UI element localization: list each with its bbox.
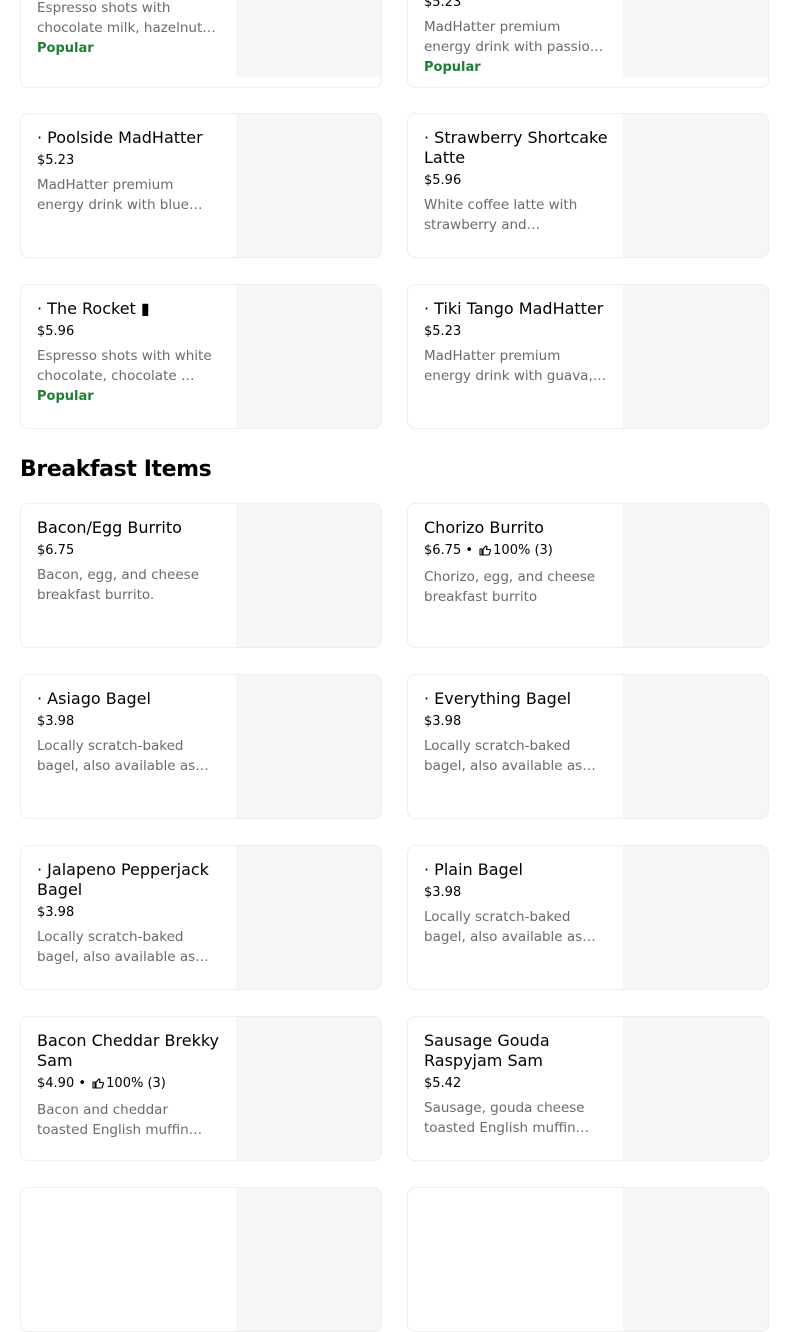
- menu-item-image: [623, 114, 768, 257]
- menu-item-description: Espresso shots with chocolate milk, haze…: [37, 0, 207, 36]
- menu-item-price: $5.23: [424, 0, 462, 10]
- menu-item-price: $3.98: [37, 905, 75, 920]
- menu-item-price: $3.98: [424, 885, 462, 900]
- menu-item-image: [236, 675, 381, 818]
- menu-item-price: $3.98: [424, 714, 462, 729]
- menu-item-info: Chorizo Burrito $6.75 • 100% (3) Chorizo…: [424, 518, 608, 607]
- menu-item-image: [236, 285, 381, 428]
- separator: •: [461, 543, 478, 558]
- menu-item-description: Chorizo, egg, and cheese breakfast burri…: [424, 569, 596, 605]
- menu-item-name: · Asiago Bagel: [37, 689, 151, 708]
- menu-item-price: $5.23: [37, 153, 75, 168]
- menu-item-image: [623, 504, 768, 647]
- menu-item-card-plain-bagel[interactable]: · Plain Bagel $3.98 Locally scratch-bake…: [407, 845, 769, 990]
- menu-item-image: [623, 846, 768, 989]
- menu-item-name: · The Rocket ▮: [37, 299, 150, 318]
- menu-item-price: $4.90: [37, 1076, 75, 1091]
- menu-item-image: [623, 675, 768, 818]
- menu-item-description: MadHatter premium energy drink with pass…: [424, 19, 599, 55]
- menu-item-card-everything-bagel[interactable]: · Everything Bagel $3.98 Locally scratch…: [407, 674, 769, 819]
- menu-item-card[interactable]: Espresso shots with chocolate milk, haze…: [20, 0, 382, 88]
- menu-item-card-poolside[interactable]: · Poolside MadHatter $5.23 MadHatter pre…: [20, 113, 382, 258]
- menu-item-description: Sausage, gouda cheese toasted English mu…: [424, 1100, 590, 1136]
- menu-item-price: $5.42: [424, 1076, 462, 1091]
- menu-item-price: $6.75: [37, 543, 75, 558]
- menu-item-info: · Tiki Tango MadHatter $5.23 MadHatter p…: [424, 299, 608, 386]
- thumbs-up-icon: [92, 1077, 105, 1095]
- menu-item-name: · Tiki Tango MadHatter: [424, 299, 604, 318]
- menu-item-card[interactable]: [407, 1187, 769, 1332]
- section-title-breakfast: Breakfast Items: [20, 457, 212, 482]
- menu-item-image: [623, 0, 768, 77]
- menu-item-image: [623, 1188, 768, 1331]
- menu-item-card-bacon-egg-burrito[interactable]: Bacon/Egg Burrito $6.75 Bacon, egg, and …: [20, 503, 382, 648]
- menu-item-card-bacon-cheddar-sam[interactable]: Bacon Cheddar Brekky Sam $4.90 • 100% (3…: [20, 1016, 382, 1161]
- menu-item-info: · Everything Bagel $3.98 Locally scratch…: [424, 689, 608, 776]
- menu-item-info: Bacon/Egg Burrito $6.75 Bacon, egg, and …: [37, 518, 221, 605]
- menu-item-card-chorizo-burrito[interactable]: Chorizo Burrito $6.75 • 100% (3) Chorizo…: [407, 503, 769, 648]
- menu-item-card-rocket[interactable]: · The Rocket ▮ $5.96 Espresso shots with…: [20, 284, 382, 429]
- menu-item-meta: $4.90 • 100% (3): [37, 1075, 221, 1095]
- thumbs-up-icon: [479, 544, 492, 562]
- menu-item-card-strawberry[interactable]: · Strawberry Shortcake Latte $5.96 White…: [407, 113, 769, 258]
- menu-item-price: $5.23: [424, 324, 462, 339]
- menu-item-card[interactable]: [20, 1187, 382, 1332]
- menu-item-price: $5.96: [424, 173, 462, 188]
- menu-item-card-tiki[interactable]: · Tiki Tango MadHatter $5.23 MadHatter p…: [407, 284, 769, 429]
- popular-badge: Popular: [37, 41, 94, 56]
- menu-item-description: White coffee latte with strawberry and s…: [424, 197, 578, 233]
- menu-item-name: · Strawberry Shortcake Latte: [424, 128, 608, 167]
- menu-item-price: $5.96: [37, 324, 75, 339]
- menu-item-info: Bacon Cheddar Brekky Sam $4.90 • 100% (3…: [37, 1031, 221, 1140]
- menu-item-name: Chorizo Burrito: [424, 518, 544, 537]
- menu-item-name: · Poolside MadHatter: [37, 128, 203, 147]
- popular-badge: Popular: [424, 60, 481, 75]
- menu-item-info: · Asiago Bagel $3.98 Locally scratch-bak…: [37, 689, 221, 776]
- menu-item-card[interactable]: $5.23 MadHatter premium energy drink wit…: [407, 0, 769, 88]
- menu-item-description: MadHatter premium energy drink with blue…: [37, 177, 189, 213]
- menu-item-image: [236, 504, 381, 647]
- menu-item-name: Sausage Gouda Raspyjam Sam: [424, 1031, 550, 1070]
- menu-item-image: [236, 1017, 381, 1160]
- menu-item-description: Locally scratch-baked bagel, also availa…: [37, 738, 196, 774]
- menu-item-meta: $6.75 • 100% (3): [424, 542, 608, 562]
- menu-item-image: [623, 1017, 768, 1160]
- menu-item-info: · The Rocket ▮ $5.96 Espresso shots with…: [37, 299, 221, 407]
- menu-item-description: Locally scratch-baked bagel, also availa…: [424, 909, 583, 945]
- menu-item-card-asiago-bagel[interactable]: · Asiago Bagel $3.98 Locally scratch-bak…: [20, 674, 382, 819]
- menu-item-description: Bacon, egg, and cheese breakfast burrito…: [37, 567, 199, 603]
- menu-item-info: $5.23 MadHatter premium energy drink wit…: [424, 0, 608, 78]
- menu-item-rating: 100% (3): [493, 543, 553, 558]
- menu-item-image: [623, 285, 768, 428]
- menu-item-description: Locally scratch-baked bagel, also availa…: [37, 929, 196, 965]
- menu-item-name: · Plain Bagel: [424, 860, 523, 879]
- menu-item-card-sausage-gouda-sam[interactable]: Sausage Gouda Raspyjam Sam $5.42 Sausage…: [407, 1016, 769, 1161]
- menu-item-description: Locally scratch-baked bagel, also availa…: [424, 738, 583, 774]
- menu-item-info: · Poolside MadHatter $5.23 MadHatter pre…: [37, 128, 221, 215]
- menu-item-info: · Strawberry Shortcake Latte $5.96 White…: [424, 128, 608, 235]
- menu-item-price: $3.98: [37, 714, 75, 729]
- menu-item-description: Espresso shots with white chocolate, cho…: [37, 348, 212, 384]
- menu-item-description: MadHatter premium energy drink with guav…: [424, 348, 593, 384]
- menu-item-price: $6.75: [424, 543, 462, 558]
- menu-item-name: · Jalapeno Pepperjack Bagel: [37, 860, 209, 899]
- menu-item-image: [236, 0, 381, 77]
- menu-item-image: [236, 846, 381, 989]
- menu-item-image: [236, 1188, 381, 1331]
- menu-item-description: Bacon and cheddar toasted English muffin…: [37, 1102, 189, 1138]
- menu-item-info: Espresso shots with chocolate milk, haze…: [37, 0, 221, 59]
- menu-page: Espresso shots with chocolate milk, haze…: [0, 0, 804, 1332]
- menu-item-name: Bacon Cheddar Brekky Sam: [37, 1031, 220, 1070]
- menu-item-name: Bacon/Egg Burrito: [37, 518, 182, 537]
- separator: •: [74, 1076, 91, 1091]
- menu-item-card-jalapeno-bagel[interactable]: · Jalapeno Pepperjack Bagel $3.98 Locall…: [20, 845, 382, 990]
- menu-item-image: [236, 114, 381, 257]
- menu-item-info: Sausage Gouda Raspyjam Sam $5.42 Sausage…: [424, 1031, 608, 1138]
- menu-item-info: · Jalapeno Pepperjack Bagel $3.98 Locall…: [37, 860, 221, 967]
- menu-item-rating: 100% (3): [106, 1076, 166, 1091]
- popular-badge: Popular: [37, 389, 94, 404]
- menu-item-info: · Plain Bagel $3.98 Locally scratch-bake…: [424, 860, 608, 947]
- menu-item-name: · Everything Bagel: [424, 689, 572, 708]
